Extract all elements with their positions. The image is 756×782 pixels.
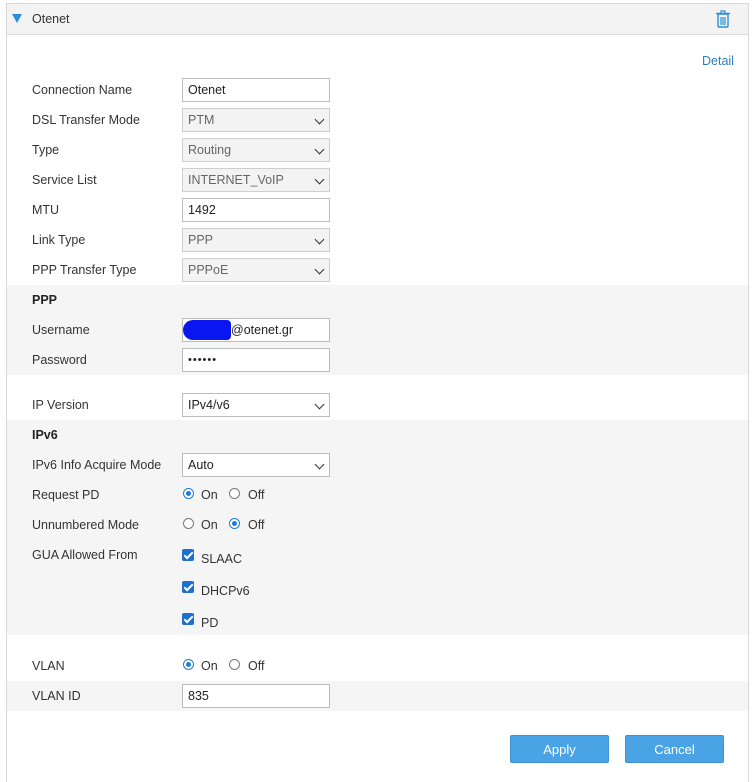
link-type-value: PPP (188, 233, 214, 247)
acquire-mode-select[interactable]: Auto (182, 453, 330, 477)
service-list-row: Service List INTERNET_VoIP (7, 165, 748, 195)
chevron-down-icon (314, 399, 325, 410)
vlan-on-label: On (201, 659, 218, 673)
username-row: Username @otenet.gr (7, 315, 748, 345)
dsl-transfer-mode-row: DSL Transfer Mode PTM (7, 105, 748, 135)
request-pd-row: Request PD On Off (7, 480, 748, 510)
dsl-transfer-mode-select[interactable]: PTM (182, 108, 330, 132)
chevron-down-icon (314, 174, 325, 185)
username-label: Username (32, 323, 90, 337)
ip-version-value: IPv4/v6 (188, 398, 230, 412)
unnumbered-on-label: On (201, 518, 218, 532)
unnumbered-row: Unnumbered Mode On Off (7, 510, 748, 540)
link-type-row: Link Type PPP (7, 225, 748, 255)
ip-version-label: IP Version (32, 398, 89, 412)
gua-slaac-checkbox[interactable] (182, 549, 194, 561)
ip-version-row: IP Version IPv4/v6 (7, 390, 748, 420)
connection-name-row: Connection Name Otenet (7, 75, 748, 105)
detail-link[interactable]: Detail (702, 54, 734, 68)
vlan-row: VLAN On Off (7, 651, 748, 681)
ppp-transfer-type-select[interactable]: PPPoE (182, 258, 330, 282)
panel-header[interactable]: Otenet (7, 4, 748, 35)
type-value: Routing (188, 143, 232, 157)
ppp-section-title: PPP (32, 293, 58, 307)
link-type-select[interactable]: PPP (182, 228, 330, 252)
apply-button[interactable]: Apply (510, 735, 609, 763)
unnumbered-on-radio[interactable] (183, 518, 194, 529)
chevron-down-icon (314, 264, 325, 275)
password-input[interactable]: •••••• (182, 348, 330, 372)
service-list-select[interactable]: INTERNET_VoIP (182, 168, 330, 192)
gua-label: GUA Allowed From (32, 548, 138, 562)
ppp-transfer-type-row: PPP Transfer Type PPPoE (7, 255, 748, 285)
acquire-mode-label: IPv6 Info Acquire Mode (32, 458, 162, 472)
gua-slaac-label: SLAAC (201, 552, 242, 566)
trash-icon[interactable] (715, 10, 731, 28)
gua-pd-checkbox[interactable] (182, 613, 194, 625)
ppp-transfer-type-label: PPP Transfer Type (32, 263, 137, 277)
password-label: Password (32, 353, 87, 367)
gua-dhcpv6-label: DHCPv6 (201, 584, 250, 598)
chevron-down-icon (314, 234, 325, 245)
type-select[interactable]: Routing (182, 138, 330, 162)
vlan-off-radio[interactable] (229, 659, 240, 670)
mtu-label: MTU (32, 203, 60, 217)
wan-connection-panel: Otenet Detail Connection Name Otenet DSL… (6, 3, 749, 782)
ppp-transfer-type-value: PPPoE (188, 263, 229, 277)
dsl-transfer-mode-label: DSL Transfer Mode (32, 113, 140, 127)
chevron-down-icon (314, 459, 325, 470)
gua-row: GUA Allowed From SLAAC DHCPv6 PD (7, 540, 748, 635)
request-pd-on-label: On (201, 488, 218, 502)
panel-title: Otenet (32, 12, 70, 26)
connection-name-label: Connection Name (32, 83, 133, 97)
type-label: Type (32, 143, 60, 157)
vlan-label: VLAN (32, 659, 65, 673)
chevron-down-icon (314, 144, 325, 155)
link-type-label: Link Type (32, 233, 86, 247)
mtu-input[interactable]: 1492 (182, 198, 330, 222)
gua-dhcpv6-checkbox[interactable] (182, 581, 194, 593)
triangle-down-icon[interactable] (12, 14, 22, 23)
acquire-mode-row: IPv6 Info Acquire Mode Auto (7, 450, 748, 480)
vlan-on-radio[interactable] (183, 659, 194, 670)
ipv6-section-title: IPv6 (32, 428, 58, 442)
gua-pd-label: PD (201, 616, 219, 630)
request-pd-on-radio[interactable] (183, 488, 194, 499)
dsl-transfer-mode-value: PTM (188, 113, 215, 127)
service-list-value: INTERNET_VoIP (188, 173, 284, 187)
vlan-id-label: VLAN ID (32, 689, 81, 703)
unnumbered-off-radio[interactable] (229, 518, 240, 529)
cancel-button[interactable]: Cancel (625, 735, 724, 763)
password-row: Password •••••• (7, 345, 748, 375)
acquire-mode-value: Auto (188, 458, 214, 472)
chevron-down-icon (314, 114, 325, 125)
ip-version-select[interactable]: IPv4/v6 (182, 393, 330, 417)
redaction-mark (183, 320, 231, 340)
unnumbered-off-label: Off (248, 518, 265, 532)
request-pd-label: Request PD (32, 488, 100, 502)
unnumbered-label: Unnumbered Mode (32, 518, 140, 532)
request-pd-off-radio[interactable] (229, 488, 240, 499)
request-pd-off-label: Off (248, 488, 265, 502)
type-row: Type Routing (7, 135, 748, 165)
vlan-id-row: VLAN ID 835 (7, 681, 748, 711)
vlan-id-input[interactable]: 835 (182, 684, 330, 708)
connection-name-input[interactable]: Otenet (182, 78, 330, 102)
vlan-off-label: Off (248, 659, 265, 673)
mtu-row: MTU 1492 (7, 195, 748, 225)
service-list-label: Service List (32, 173, 97, 187)
